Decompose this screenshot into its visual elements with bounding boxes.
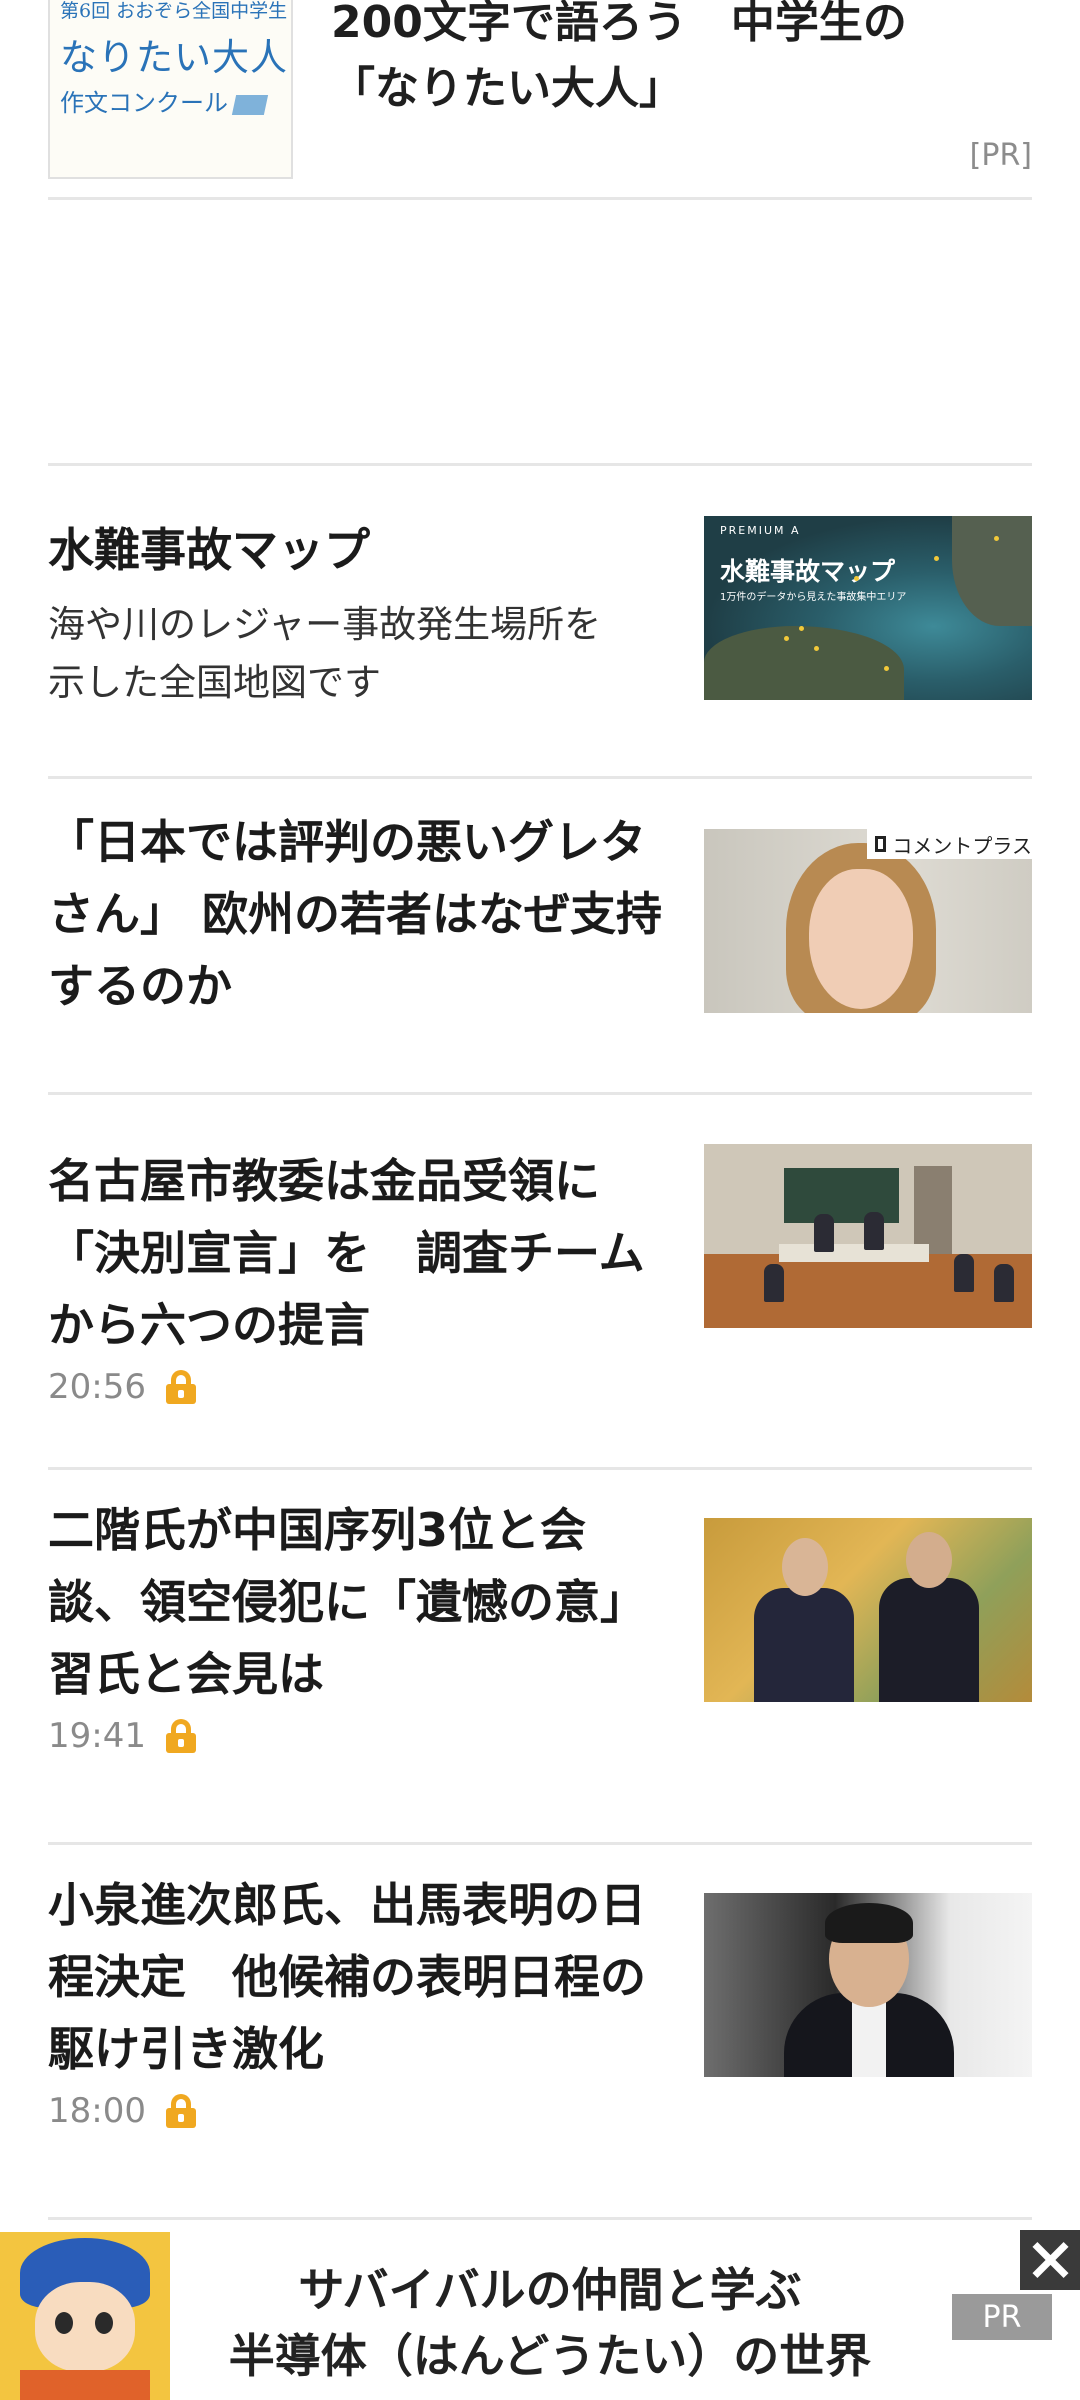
article-item[interactable]: 小泉進次郎氏、出馬表明の日 程決定 他候補の表明日程の 駆け引き激化 18:00: [48, 1845, 1032, 2220]
pr-article-thumbnail[interactable]: 第6回 おおぞら全国中学生 なりたい大人 作文コンクール: [48, 0, 293, 179]
lock-icon: [165, 2094, 196, 2128]
ad-text-line2: 半導体（はんどうたい）の世界: [228, 2329, 872, 2383]
pr-thumb-line1: 第6回 おおぞら全国中学生: [60, 0, 288, 22]
lock-icon: [165, 1370, 196, 1404]
article-title: 二階氏が中国序列3位と会 談、領空侵犯に「遺憾の意」 習氏と会見は: [48, 1503, 646, 1701]
article-title: 水難事故マップ: [48, 523, 370, 577]
article-item[interactable]: 「日本では評判の悪いグレタ さん」 欧州の若者はなぜ支持 するのか コメントプラ…: [48, 779, 1032, 1095]
pr-thumb-line3: 作文コンクール: [60, 89, 228, 117]
thumb-subtitle: 1万件のデータから見えた事故集中エリア: [720, 592, 907, 603]
article-title: 名古屋市教委は金品受領に 「決別宣言」を 調査チーム から六つの提言: [48, 1154, 645, 1352]
pr-title-line: 200文字で語ろう 中学生の: [331, 0, 907, 48]
article-title: 小泉進次郎氏、出馬表明の日 程決定 他候補の表明日程の 駆け引き激化: [48, 1878, 646, 2076]
comment-plus-badge: コメントプラス: [867, 829, 1032, 859]
thumb-title: 水難事故マップ: [720, 557, 896, 586]
article-description: 海や川のレジャー事故発生場所を 示した全国地図です: [48, 603, 602, 704]
ad-banner[interactable]: サバイバルの仲間と学ぶ 半導体（はんどうたい）の世界 PR: [0, 2232, 1080, 2400]
article-thumbnail: [704, 1518, 1032, 1702]
ad-text-line1: サバイバルの仲間と学ぶ: [298, 2263, 802, 2317]
article-time: 18:00: [48, 2091, 146, 2131]
article-time: 19:41: [48, 1716, 146, 1756]
ad-character-image: [0, 2232, 170, 2400]
pencil-icon: [231, 94, 269, 115]
article-time: 20:56: [48, 1367, 146, 1407]
pr-article-title[interactable]: 200文字で語ろう 中学生の 「なりたい大人」: [331, 0, 1031, 122]
article-thumbnail: コメントプラス: [704, 829, 1032, 1013]
pr-label: [PR]: [969, 138, 1032, 173]
close-icon[interactable]: [1020, 2230, 1080, 2290]
article-meta: 18:00: [48, 2091, 196, 2131]
lock-icon: [165, 1719, 196, 1753]
article-item[interactable]: 名古屋市教委は金品受領に 「決別宣言」を 調査チーム から六つの提言 20:56: [48, 1095, 1032, 1470]
pr-article[interactable]: 第6回 おおぞら全国中学生 なりたい大人 作文コンクール 200文字で語ろう 中…: [48, 0, 1032, 200]
article-meta: 19:41: [48, 1716, 196, 1756]
pr-title-line: 「なりたい大人」: [331, 63, 683, 114]
article-thumbnail: [704, 1144, 1032, 1328]
article-meta: 20:56: [48, 1367, 196, 1407]
comment-icon: [875, 836, 887, 852]
article-thumbnail: [704, 1893, 1032, 2077]
article-title: 「日本では評判の悪いグレタ さん」 欧州の若者はなぜ支持 するのか: [48, 815, 663, 1013]
article-thumbnail: PREMIUM A 水難事故マップ 1万件のデータから見えた事故集中エリア: [704, 516, 1032, 700]
article-item[interactable]: 水難事故マップ 海や川のレジャー事故発生場所を 示した全国地図です PREMIU…: [48, 466, 1032, 779]
pr-thumb-line2: なりたい大人: [60, 36, 288, 79]
ad-pr-label: PR: [952, 2294, 1052, 2340]
article-item[interactable]: 二階氏が中国序列3位と会 談、領空侵犯に「遺憾の意」 習氏と会見は 19:41: [48, 1470, 1032, 1845]
premium-label: PREMIUM A: [720, 524, 801, 537]
